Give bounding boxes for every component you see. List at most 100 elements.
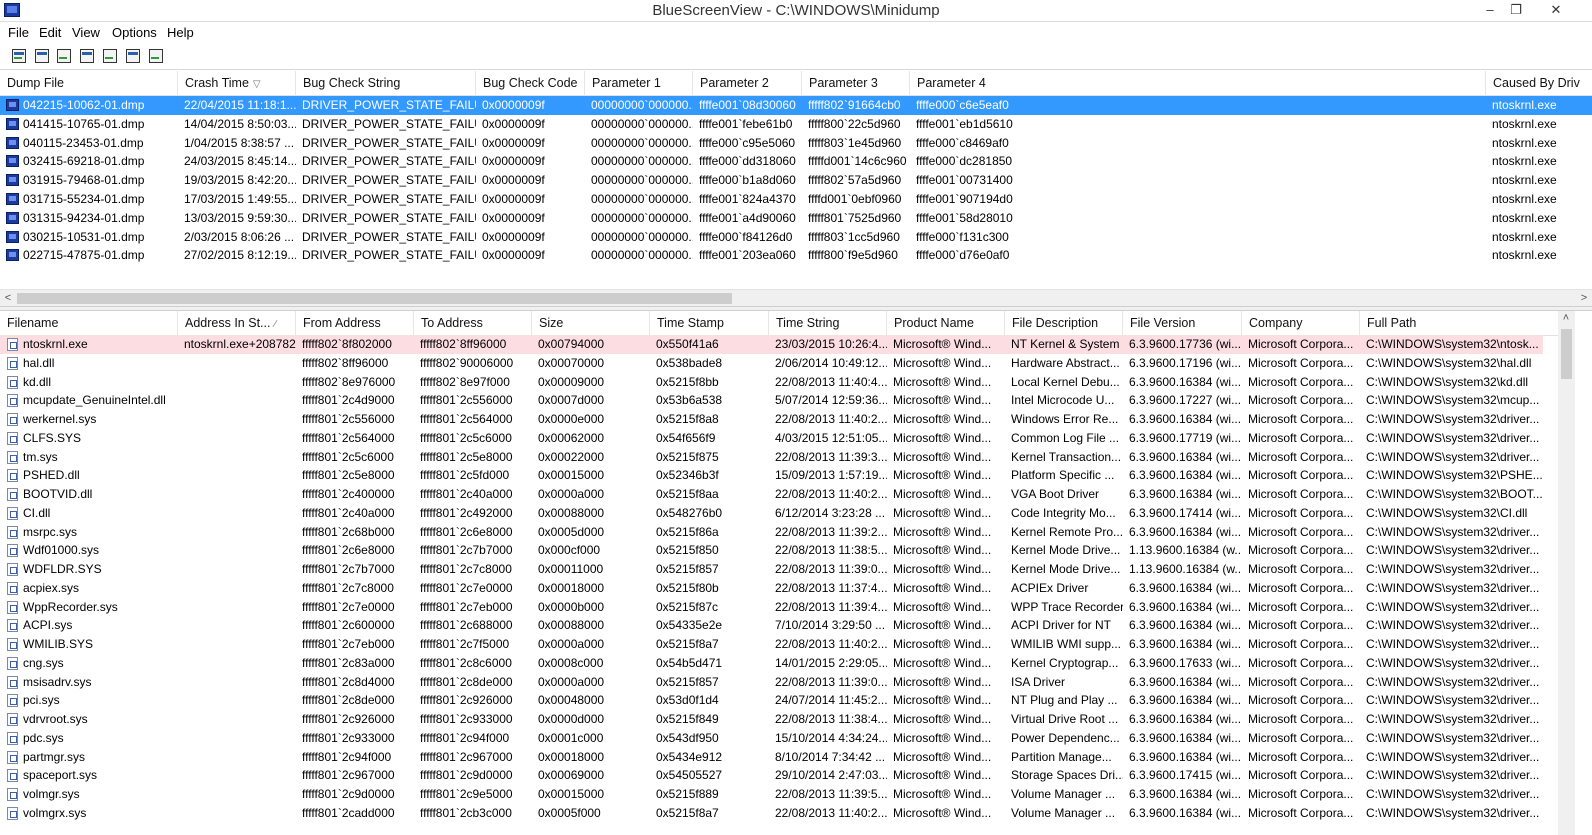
dump-cell: 0x0000009f	[482, 154, 545, 169]
html-report-icon[interactable]	[10, 47, 28, 65]
scroll-left-icon[interactable]: <	[0, 291, 16, 306]
col-filename[interactable]: Filename	[0, 311, 178, 336]
module-row[interactable]: partmgr.sys fffff801`2c94f000 fffff801`2c9…	[0, 748, 1543, 767]
module-row[interactable]: CI.dll fffff801`2c40a000 fffff801`2c492000…	[0, 504, 1543, 523]
horizontal-scrollbar[interactable]: < >	[0, 289, 1592, 306]
dump-row[interactable]: 041415-10765-01.dmp 14/04/2015 8:50:03...…	[0, 115, 1592, 134]
module-row[interactable]: acpiex.sys fffff801`2c7c8000 fffff801`2c7e…	[0, 579, 1543, 598]
dump-row[interactable]: 042215-10062-01.dmp 22/04/2015 11:18:1...…	[0, 96, 1592, 115]
col-bug-check-string[interactable]: Bug Check String	[296, 71, 476, 96]
module-row[interactable]: mcupdate_GenuineIntel.dll fffff801`2c4d90…	[0, 391, 1543, 410]
dump-row[interactable]: 031715-55234-01.dmp 17/03/2015 1:49:55...…	[0, 190, 1592, 209]
col-parameter-3[interactable]: Parameter 3	[802, 71, 910, 96]
col-time-stamp[interactable]: Time Stamp	[650, 311, 769, 336]
module-cell: Microsoft® Wind...	[893, 468, 992, 483]
dump-cell: ffffe001`a4d90060	[699, 210, 796, 225]
refresh-icon[interactable]	[55, 47, 73, 65]
module-cell: 0x5434e912	[656, 749, 723, 764]
col-product-name[interactable]: Product Name	[887, 311, 1005, 336]
scroll-right-icon[interactable]: >	[1576, 291, 1592, 306]
module-cell: 15/10/2014 4:34:24...	[775, 730, 887, 745]
module-cell	[178, 635, 296, 654]
col-parameter-4[interactable]: Parameter 4	[910, 71, 1486, 96]
restore-button[interactable]: ❐	[1503, 0, 1529, 20]
col-parameter-1[interactable]: Parameter 1	[585, 71, 693, 96]
module-row[interactable]: cng.sys fffff801`2c83a000 fffff801`2c8c600…	[0, 654, 1543, 673]
dump-row[interactable]: 022715-47875-01.dmp 27/02/2015 8:12:19...…	[0, 246, 1592, 265]
menu-options[interactable]: Options	[112, 25, 157, 40]
module-row[interactable]: WMILIB.SYS fffff801`2c7eb000 fffff801`2c7f…	[0, 635, 1543, 654]
col-company[interactable]: Company	[1242, 311, 1360, 336]
col-from-address[interactable]: From Address	[296, 311, 414, 336]
dump-row[interactable]: 030215-10531-01.dmp 2/03/2015 8:06:26 ...…	[0, 228, 1592, 247]
minimize-button[interactable]: –	[1477, 0, 1503, 20]
module-row[interactable]: kd.dll fffff802`8e976000 fffff802`8e97f000…	[0, 373, 1543, 392]
col-dump-file[interactable]: Dump File	[0, 71, 178, 96]
dump-row[interactable]: 032415-69218-01.dmp 24/03/2015 8:45:14...…	[0, 152, 1592, 171]
module-cell: 22/08/2013 11:40:2...	[775, 637, 887, 651]
dump-row[interactable]: 031315-94234-01.dmp 13/03/2015 9:59:30...…	[0, 209, 1592, 228]
module-row[interactable]: msisadrv.sys fffff801`2c8d4000 fffff801`2c…	[0, 673, 1543, 692]
module-row[interactable]: pci.sys fffff801`2c8de000 fffff801`2c92600…	[0, 691, 1543, 710]
col-crash-time[interactable]: Crash Time ▽	[178, 71, 296, 96]
module-cell: 0x0000e000	[538, 412, 605, 426]
module-cell: 0x5215f8a7	[656, 637, 719, 651]
col-size[interactable]: Size	[532, 311, 650, 336]
col-address-in-stack[interactable]: Address In St... ∕	[178, 311, 296, 336]
module-row[interactable]: spaceport.sys fffff801`2c967000 fffff801`2…	[0, 766, 1543, 785]
dump-cell: DRIVER_POWER_STATE_FAILURE	[302, 98, 476, 112]
scroll-up-icon[interactable]: ˄	[1558, 311, 1574, 326]
module-cell: 6.3.9600.16384 (wi...	[1129, 374, 1242, 389]
col-caused-by-driver[interactable]: Caused By Driv	[1486, 71, 1592, 96]
module-row[interactable]: pdc.sys fffff801`2c933000 fffff801`2c94f00…	[0, 729, 1543, 748]
module-row[interactable]: msrpc.sys fffff801`2c68b000 fffff801`2c6e8…	[0, 523, 1543, 542]
col-full-path[interactable]: Full Path	[1360, 311, 1558, 336]
scroll-thumb[interactable]	[17, 293, 732, 304]
module-cell: Microsoft® Wind...	[893, 337, 992, 351]
module-cell: ntoskrnl.exe	[23, 337, 88, 351]
module-row[interactable]: volmgrx.sys fffff801`2cadd000 fffff801`2cb…	[0, 804, 1543, 823]
module-cell: acpiex.sys	[23, 580, 80, 595]
module-cell: 0x5215f857	[656, 674, 719, 689]
module-row[interactable]: Wdf01000.sys fffff801`2c6e8000 fffff801`2c…	[0, 541, 1543, 560]
menu-view[interactable]: View	[72, 25, 100, 40]
vertical-scrollbar[interactable]: ˄	[1558, 311, 1575, 835]
module-row[interactable]: ntoskrnl.exe ntoskrnl.exe+208782 fffff802`…	[0, 335, 1543, 354]
exit-icon[interactable]	[147, 47, 165, 65]
col-file-version[interactable]: File Version	[1123, 311, 1242, 336]
col-to-address[interactable]: To Address	[414, 311, 532, 336]
col-time-string[interactable]: Time String	[769, 311, 887, 336]
module-cell: fffff801`2c68b000	[302, 524, 395, 539]
module-cell: 0x00070000	[538, 355, 605, 370]
properties-icon[interactable]	[101, 47, 119, 65]
module-cell: 1.13.9600.16384 (w...	[1129, 562, 1242, 576]
module-row[interactable]: hal.dll fffff802`8ff96000 fffff802`9000600…	[0, 354, 1543, 373]
module-cell: 22/08/2013 11:40:2...	[775, 487, 887, 501]
module-row[interactable]: BOOTVID.dll fffff801`2c400000 fffff801`2c4…	[0, 485, 1543, 504]
module-row[interactable]: tm.sys fffff801`2c5c6000 fffff801`2c5e8000…	[0, 448, 1543, 467]
dump-row[interactable]: 040115-23453-01.dmp 1/04/2015 8:38:57 ...…	[0, 134, 1592, 153]
copy-icon[interactable]	[78, 47, 96, 65]
find-icon[interactable]	[124, 47, 142, 65]
save-icon[interactable]	[33, 47, 51, 65]
col-file-description[interactable]: File Description	[1005, 311, 1123, 336]
menu-file[interactable]: File	[8, 25, 29, 40]
close-button[interactable]: ✕	[1543, 0, 1569, 20]
dump-row[interactable]: 031915-79468-01.dmp 19/03/2015 8:42:20...…	[0, 171, 1592, 190]
module-cell: 0x00069000	[538, 768, 605, 783]
menu-help[interactable]: Help	[167, 25, 194, 40]
module-row[interactable]: WDFLDR.SYS fffff801`2c7b7000 fffff801`2c7c…	[0, 560, 1543, 579]
module-row[interactable]: CLFS.SYS fffff801`2c564000 fffff801`2c5c60…	[0, 429, 1543, 448]
col-bug-check-code[interactable]: Bug Check Code	[476, 71, 585, 96]
scroll-thumb[interactable]	[1561, 329, 1572, 379]
module-row[interactable]: vdrvroot.sys fffff801`2c926000 fffff801`2c…	[0, 710, 1543, 729]
module-row[interactable]: WppRecorder.sys fffff801`2c7e0000 fffff801…	[0, 598, 1543, 617]
module-cell: fffff801`2c94f000	[420, 730, 510, 745]
module-cell: 2/06/2014 10:49:12...	[775, 355, 887, 370]
menu-edit[interactable]: Edit	[39, 25, 61, 40]
module-row[interactable]: werkernel.sys fffff801`2c556000 fffff801`2…	[0, 410, 1543, 429]
module-row[interactable]: PSHED.dll fffff801`2c5e8000 fffff801`2c5fd…	[0, 466, 1543, 485]
col-parameter-2[interactable]: Parameter 2	[693, 71, 802, 96]
module-row[interactable]: volmgr.sys fffff801`2c9d0000 fffff801`2c9e…	[0, 785, 1543, 804]
module-row[interactable]: ACPI.sys fffff801`2c600000 fffff801`2c6880…	[0, 616, 1543, 635]
